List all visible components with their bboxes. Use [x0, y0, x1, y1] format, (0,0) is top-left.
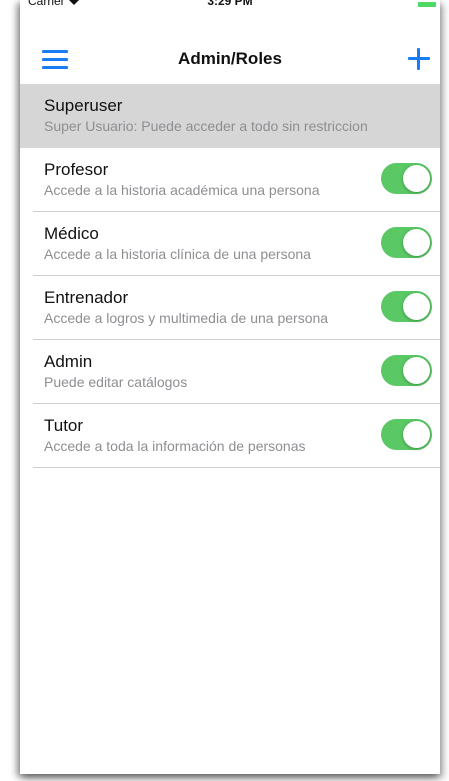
toggle-knob — [403, 421, 430, 448]
status-bar: Carrier 3:29 PM — [20, 0, 440, 18]
role-name: Tutor — [44, 416, 84, 435]
toggle-knob — [403, 165, 430, 192]
role-name: Superuser — [44, 96, 123, 115]
status-time: 3:29 PM — [207, 0, 253, 8]
role-toggle-switch[interactable] — [381, 291, 432, 322]
role-row-tutor[interactable]: Tutor Accede a toda la información de pe… — [20, 404, 440, 468]
navigation-bar: Admin/Roles — [20, 40, 440, 84]
role-toggle-switch[interactable] — [381, 163, 432, 194]
role-row-profesor[interactable]: Profesor Accede a la historia académica … — [20, 148, 440, 212]
role-row-entrenador[interactable]: Entrenador Accede a logros y multimedia … — [20, 276, 440, 340]
role-description: Super Usuario: Puede acceder a todo sin … — [44, 118, 368, 134]
role-toggle-switch[interactable] — [381, 419, 432, 450]
roles-list: Superuser Super Usuario: Puede acceder a… — [20, 84, 440, 468]
phone-screen: Carrier 3:29 PM Admin/Roles Superuser Su… — [20, 0, 440, 774]
toggle-knob — [403, 357, 430, 384]
role-name: Profesor — [44, 160, 109, 179]
role-description: Accede a la historia académica una perso… — [44, 182, 320, 198]
role-description: Puede editar catálogos — [44, 374, 188, 390]
add-role-icon[interactable] — [408, 48, 430, 70]
toggle-knob — [403, 293, 430, 320]
role-name: Admin — [44, 352, 93, 371]
role-toggle-switch[interactable] — [381, 227, 432, 258]
role-description: Accede a toda la información de personas — [44, 438, 306, 454]
role-description: Accede a la historia clínica de una pers… — [44, 246, 311, 262]
toggle-knob — [403, 229, 430, 256]
battery-icon — [418, 2, 436, 7]
app-canvas: Carrier 3:29 PM Admin/Roles Superuser Su… — [0, 0, 449, 781]
role-toggle-switch[interactable] — [381, 355, 432, 386]
row-divider — [33, 467, 440, 468]
role-name: Médico — [44, 224, 99, 243]
role-row-superuser[interactable]: Superuser Super Usuario: Puede acceder a… — [20, 84, 440, 148]
role-name: Entrenador — [44, 288, 129, 307]
page-title: Admin/Roles — [178, 49, 282, 68]
role-row-admin[interactable]: Admin Puede editar catálogos — [20, 340, 440, 404]
role-row-medico[interactable]: Médico Accede a la historia clínica de u… — [20, 212, 440, 276]
role-description: Accede a logros y multimedia de una pers… — [44, 310, 329, 326]
